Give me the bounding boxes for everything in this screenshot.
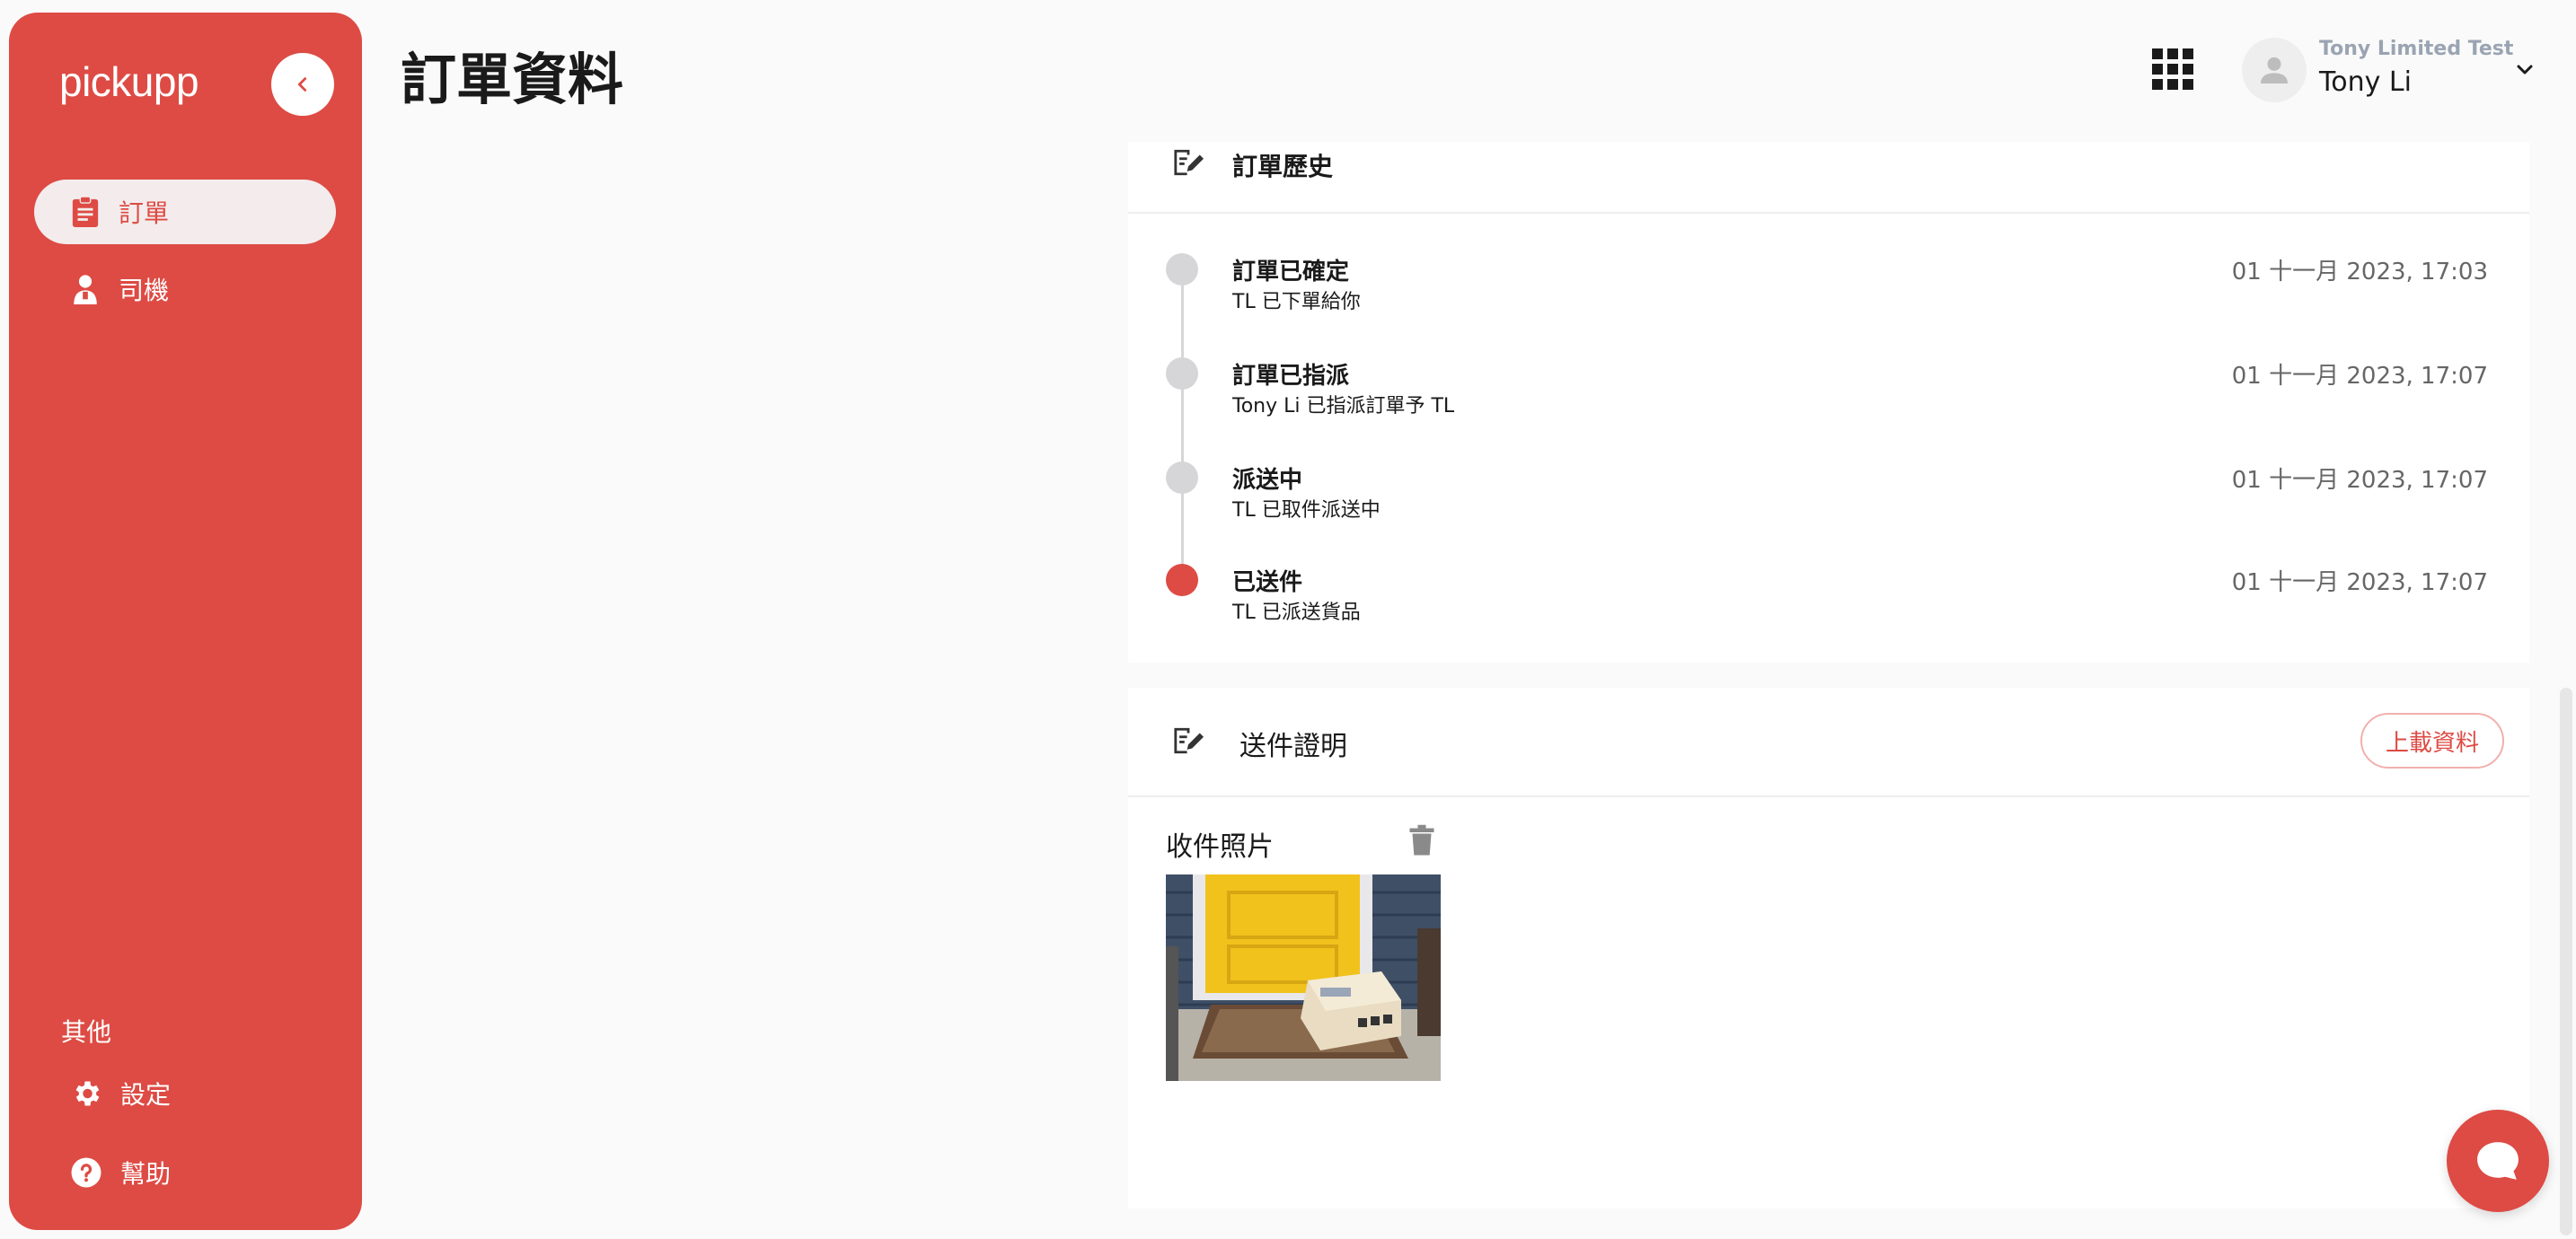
collapse-sidebar-button[interactable] xyxy=(271,53,334,116)
avatar[interactable] xyxy=(2242,38,2307,102)
event-timestamp: 01 十一月 2023, 17:07 xyxy=(2231,363,2488,390)
event-description: TL 已下單給你 xyxy=(1232,291,1361,313)
sidebar-item-orders[interactable]: 訂單 xyxy=(34,180,336,244)
event-timestamp: 01 十一月 2023, 17:07 xyxy=(2231,467,2488,494)
event-title: 派送中 xyxy=(1232,467,1303,494)
trash-icon xyxy=(1409,824,1434,856)
sidebar-item-label: 訂單 xyxy=(119,198,170,228)
user-icon xyxy=(2261,57,2288,83)
sidebar-item-label: 設定 xyxy=(120,1080,172,1110)
event-title: 訂單已指派 xyxy=(1232,363,1350,390)
timeline-dot-current xyxy=(1166,564,1198,596)
user-menu-dropdown[interactable] xyxy=(2511,59,2538,84)
company-name: Tony Limited Test xyxy=(2319,38,2514,60)
page-title: 訂單資料 xyxy=(401,47,624,112)
event-timestamp: 01 十一月 2023, 17:07 xyxy=(2231,569,2488,596)
sidebar-item-label: 司機 xyxy=(119,276,170,305)
event-title: 訂單已確定 xyxy=(1232,259,1350,286)
event-description: TL 已取件派送中 xyxy=(1232,499,1381,522)
chevron-left-icon xyxy=(297,77,307,92)
delete-photo-button[interactable] xyxy=(1408,824,1435,860)
event-timestamp: 01 十一月 2023, 17:03 xyxy=(2231,259,2488,286)
order-history-header: 訂單歷史 xyxy=(1128,142,2529,214)
sidebar-item-settings[interactable]: 設定 xyxy=(34,1061,336,1126)
proof-of-delivery-title: 送件證明 xyxy=(1239,731,1347,762)
timeline-line xyxy=(1181,268,1184,573)
sidebar: pickupp 訂單 司機 其他 設定 幫助 xyxy=(9,13,362,1230)
chat-button[interactable] xyxy=(2447,1110,2549,1212)
apps-grid-icon xyxy=(2152,48,2163,59)
apps-grid-button[interactable] xyxy=(2152,48,2193,90)
event-title: 已送件 xyxy=(1232,569,1303,596)
proof-of-delivery-header: 送件證明 上載資料 xyxy=(1128,688,2529,797)
section-heading-other: 其他 xyxy=(61,1017,112,1047)
sidebar-item-drivers[interactable]: 司機 xyxy=(34,257,336,321)
event-description: TL 已派送貨品 xyxy=(1232,602,1361,624)
driver-icon xyxy=(74,275,97,304)
delivery-photo-image xyxy=(1166,874,1441,1081)
sidebar-item-help[interactable]: 幫助 xyxy=(34,1140,336,1205)
sidebar-item-label: 幫助 xyxy=(120,1159,172,1189)
edit-document-icon xyxy=(1174,149,1204,176)
photo-label: 收件照片 xyxy=(1166,831,1274,863)
edit-document-icon xyxy=(1174,727,1204,754)
brand-logo: pickupp xyxy=(59,58,199,105)
user-name: Tony Li xyxy=(2319,66,2412,98)
chat-bubble-icon xyxy=(2477,1142,2519,1180)
timeline-dot xyxy=(1166,253,1198,286)
upload-button[interactable]: 上載資料 xyxy=(2360,713,2504,769)
gear-icon xyxy=(75,1081,100,1106)
timeline-dot xyxy=(1166,357,1198,390)
page-scrollbar[interactable] xyxy=(2560,688,2572,1235)
order-history-title: 訂單歷史 xyxy=(1232,152,1334,181)
proof-of-delivery-card: 送件證明 上載資料 收件照片 xyxy=(1128,688,2529,1208)
delivery-photo[interactable] xyxy=(1166,874,1441,1081)
event-description: Tony Li 已指派訂單予 TL xyxy=(1232,395,1455,417)
help-icon xyxy=(71,1157,101,1188)
timeline-dot xyxy=(1166,461,1198,494)
chevron-down-icon xyxy=(2517,65,2533,75)
clipboard-icon xyxy=(72,196,99,227)
order-history-card: 訂單歷史 訂單已確定 TL 已下單給你 01 十一月 2023, 17:03 訂… xyxy=(1128,142,2529,663)
